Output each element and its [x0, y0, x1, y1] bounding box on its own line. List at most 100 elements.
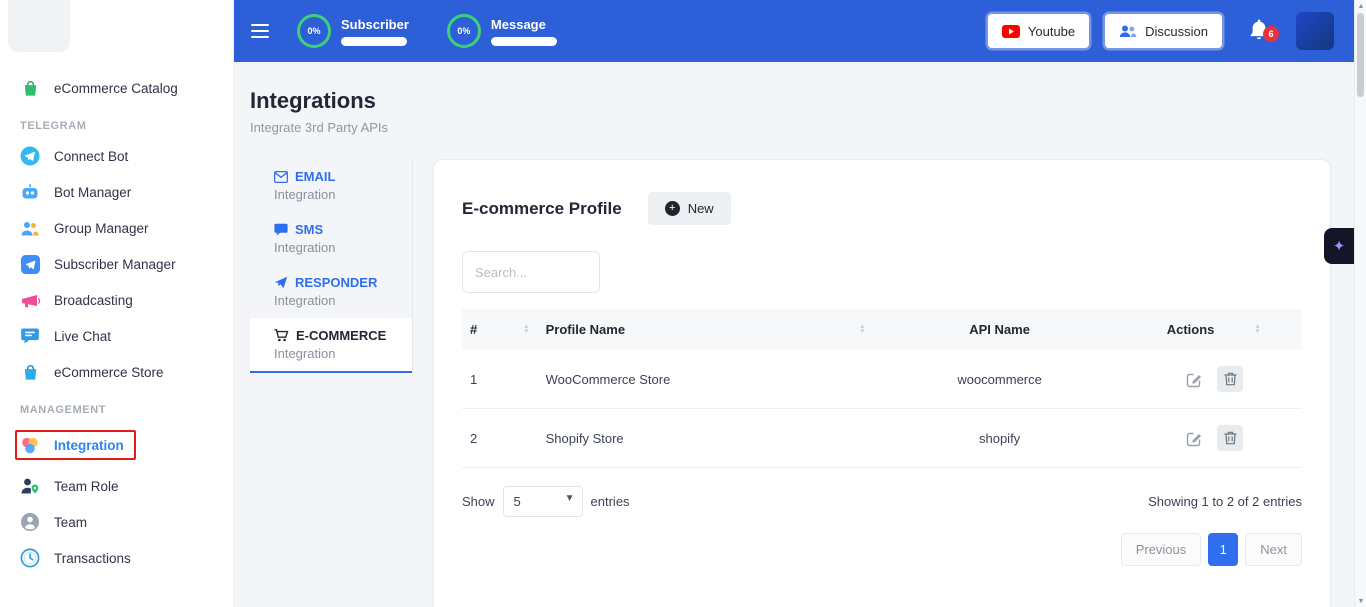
shopping-bag-icon — [20, 362, 40, 382]
main-content: Integrations Integrate 3rd Party APIs EM… — [233, 62, 1354, 607]
page-subtitle: Integrate 3rd Party APIs — [250, 120, 1354, 135]
subscriber-chat-icon — [20, 254, 40, 274]
header-actions[interactable]: Actions▲▼ — [1126, 309, 1302, 350]
message-progress-ring: 0% — [447, 14, 481, 48]
tab-title: SMS — [295, 222, 323, 237]
show-label: Show — [462, 494, 495, 509]
sidebar-item-transactions[interactable]: Transactions — [0, 540, 233, 576]
card-title: E-commerce Profile — [462, 199, 622, 219]
tab-ecommerce-integration[interactable]: E-COMMERCE Integration — [250, 318, 412, 373]
sidebar-item-label: eCommerce Store — [54, 365, 164, 380]
sort-icon: ▲▼ — [1254, 325, 1260, 335]
sidebar-item-label: Live Chat — [54, 329, 111, 344]
api-name-cell: shopify — [874, 409, 1126, 468]
tab-email-integration[interactable]: EMAIL Integration — [250, 159, 412, 212]
integration-tabs: EMAIL Integration SMS Integration — [250, 159, 413, 373]
ecommerce-profile-card: E-commerce Profile + New #▲▼ — [433, 159, 1331, 607]
sidebar-item-label: Broadcasting — [54, 293, 133, 308]
current-page-button[interactable]: 1 — [1208, 533, 1238, 566]
table-header-row: #▲▼ Profile Name▲▼ API Name Actions▲▼ — [462, 309, 1302, 350]
sidebar-item-ecommerce-catalog[interactable]: eCommerce Catalog — [0, 70, 233, 106]
message-stat-label: Message — [491, 17, 557, 32]
header-api-name[interactable]: API Name — [874, 309, 1126, 350]
table-row: 2 Shopify Store shopify — [462, 409, 1302, 468]
sidebar-item-team[interactable]: Team — [0, 504, 233, 540]
subscriber-progress-bar — [341, 37, 407, 46]
showing-entries-text: Showing 1 to 2 of 2 entries — [1148, 494, 1302, 509]
sidebar-item-group-manager[interactable]: Group Manager — [0, 210, 233, 246]
header-profile-name[interactable]: Profile Name▲▼ — [538, 309, 874, 350]
edit-button[interactable] — [1184, 369, 1205, 390]
sidebar-item-label: Connect Bot — [54, 149, 128, 164]
sidebar-item-team-role[interactable]: Team Role — [0, 468, 233, 504]
sidebar-item-label: Integration — [54, 438, 124, 453]
sidebar-item-label: Team — [54, 515, 87, 530]
scroll-up-arrow-icon[interactable]: ▲ — [1355, 0, 1366, 12]
sidebar-section-telegram: TELEGRAM — [0, 106, 233, 138]
sidebar-item-connect-bot[interactable]: Connect Bot — [0, 138, 233, 174]
row-number: 2 — [462, 409, 538, 468]
sparkle-icon: ✦ — [1333, 237, 1346, 255]
subscriber-stat: 0% Subscriber — [297, 14, 409, 48]
app-window: eCommerce Catalog TELEGRAM Connect Bot B… — [0, 0, 1366, 607]
sidebar-item-label: Bot Manager — [54, 185, 131, 200]
youtube-button[interactable]: Youtube — [988, 14, 1089, 48]
profile-name-cell: Shopify Store — [538, 409, 874, 468]
plus-icon: + — [665, 201, 680, 216]
tab-subtitle: Integration — [274, 346, 412, 361]
user-avatar[interactable] — [1296, 12, 1334, 50]
megaphone-icon — [20, 290, 40, 310]
row-number: 1 — [462, 350, 538, 409]
sms-bubble-icon — [274, 223, 288, 236]
subscriber-stat-label: Subscriber — [341, 17, 409, 32]
sidebar-item-live-chat[interactable]: Live Chat — [0, 318, 233, 354]
notifications-bell-icon[interactable]: 6 — [1248, 17, 1270, 46]
integration-circles-icon — [20, 435, 40, 455]
sidebar-item-integration[interactable]: Integration — [0, 422, 233, 468]
header-number[interactable]: #▲▼ — [462, 309, 538, 350]
new-profile-button[interactable]: + New — [648, 192, 731, 225]
top-navbar: 0% Subscriber 0% Message Youtube — [233, 0, 1354, 62]
chat-bubble-icon — [20, 326, 40, 346]
sidebar-item-label: Transactions — [54, 551, 131, 566]
discussion-button[interactable]: Discussion — [1105, 14, 1222, 48]
edit-button[interactable] — [1184, 428, 1205, 449]
robot-icon — [20, 182, 40, 202]
vertical-scrollbar[interactable]: ▲ ▼ — [1354, 0, 1366, 607]
delete-button[interactable] — [1217, 366, 1243, 392]
scroll-down-arrow-icon[interactable]: ▼ — [1355, 595, 1366, 607]
tab-subtitle: Integration — [274, 187, 412, 202]
subscriber-progress-ring: 0% — [297, 14, 331, 48]
sidebar-item-bot-manager[interactable]: Bot Manager — [0, 174, 233, 210]
shopping-bag-icon — [20, 78, 40, 98]
tab-title: E-COMMERCE — [296, 328, 386, 343]
user-location-pin-icon — [20, 476, 40, 496]
scrollbar-thumb[interactable] — [1357, 13, 1364, 97]
assistant-fab[interactable]: ✦ — [1324, 228, 1354, 264]
tab-sms-integration[interactable]: SMS Integration — [250, 212, 412, 265]
sidebar-item-subscriber-manager[interactable]: Subscriber Manager — [0, 246, 233, 282]
sidebar-item-ecommerce-store[interactable]: eCommerce Store — [0, 354, 233, 390]
search-input[interactable] — [462, 251, 600, 293]
profile-name-cell: WooCommerce Store — [538, 350, 874, 409]
message-progress-bar — [491, 37, 557, 46]
shopping-cart-icon — [274, 329, 289, 342]
discussion-button-label: Discussion — [1145, 24, 1208, 39]
sidebar-item-broadcasting[interactable]: Broadcasting — [0, 282, 233, 318]
entries-label: entries — [591, 494, 630, 509]
new-button-label: New — [688, 201, 714, 216]
tab-title: RESPONDER — [295, 275, 377, 290]
tab-title: EMAIL — [295, 169, 335, 184]
tab-responder-integration[interactable]: RESPONDER Integration — [250, 265, 412, 318]
discussion-users-icon — [1119, 24, 1137, 38]
sidebar-item-label: Team Role — [54, 479, 119, 494]
page-size-select[interactable]: 5 — [503, 486, 583, 517]
clock-icon — [20, 548, 40, 568]
notification-count-badge: 6 — [1263, 26, 1279, 42]
delete-button[interactable] — [1217, 425, 1243, 451]
next-page-button[interactable]: Next — [1245, 533, 1302, 566]
annotation-highlight: Integration — [15, 430, 136, 460]
hamburger-menu-icon[interactable] — [251, 24, 271, 38]
previous-page-button[interactable]: Previous — [1121, 533, 1202, 566]
sidebar-item-label: Group Manager — [54, 221, 149, 236]
